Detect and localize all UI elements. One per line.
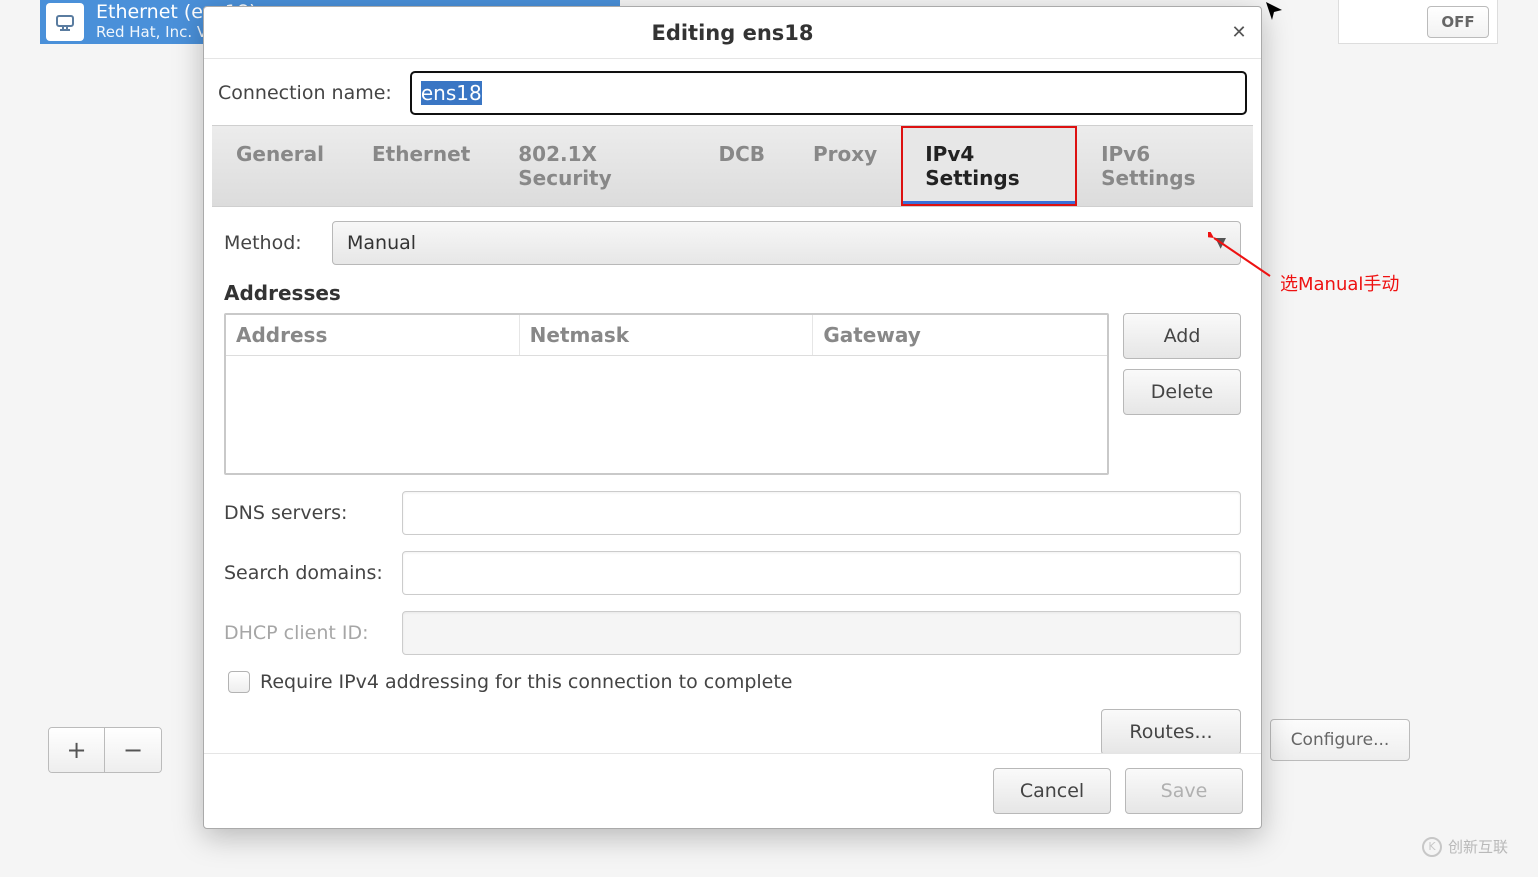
require-ipv4-label: Require IPv4 addressing for this connect… <box>260 671 793 693</box>
watermark-logo-icon: K <box>1422 837 1442 857</box>
configure-button[interactable]: Configure... <box>1270 719 1410 761</box>
tab-ethernet[interactable]: Ethernet <box>348 126 494 206</box>
dialog-footer: Cancel Save <box>204 753 1261 828</box>
require-ipv4-checkbox[interactable] <box>228 671 250 693</box>
annotation-text: 选Manual手动 <box>1280 270 1399 296</box>
addresses-side-buttons: Add Delete <box>1123 313 1241 415</box>
add-network-button[interactable]: + <box>49 728 105 772</box>
method-row: Method: Manual ▼ <box>224 221 1241 265</box>
tab-general[interactable]: General <box>212 126 348 206</box>
settings-tabs: General Ethernet 802.1X Security DCB Pro… <box>212 125 1253 207</box>
edit-connection-dialog: Editing ens18 ✕ Connection name: General… <box>203 6 1262 829</box>
addresses-header: Address Netmask Gateway <box>226 315 1107 356</box>
routes-row: Routes... <box>224 709 1241 753</box>
network-toggle-panel: OFF <box>1338 0 1498 44</box>
add-address-button[interactable]: Add <box>1123 313 1241 359</box>
ipv4-settings-panel: Method: Manual ▼ Addresses Address Netma… <box>204 207 1261 753</box>
search-domains-row: Search domains: <box>224 551 1241 595</box>
remove-network-button[interactable]: − <box>105 728 161 772</box>
method-value: Manual <box>347 232 416 254</box>
dns-label: DNS servers: <box>224 502 384 524</box>
connection-name-label: Connection name: <box>218 82 392 104</box>
dns-input[interactable] <box>402 491 1241 535</box>
routes-button[interactable]: Routes... <box>1101 709 1241 753</box>
close-icon[interactable]: ✕ <box>1217 11 1261 55</box>
tab-ipv4-settings[interactable]: IPv4 Settings <box>901 126 1077 206</box>
network-off-toggle[interactable]: OFF <box>1427 6 1489 38</box>
require-ipv4-row: Require IPv4 addressing for this connect… <box>224 671 1241 693</box>
search-domains-input[interactable] <box>402 551 1241 595</box>
watermark-text: 创新互联 <box>1448 836 1508 857</box>
watermark: K 创新互联 <box>1422 836 1508 857</box>
network-list-add-remove: + − <box>48 727 162 773</box>
cursor-arrow-icon <box>1262 0 1286 26</box>
dhcp-client-id-input <box>402 611 1241 655</box>
connection-name-input[interactable] <box>410 71 1247 115</box>
ethernet-nic-icon <box>46 3 84 41</box>
search-domains-label: Search domains: <box>224 562 384 584</box>
dialog-title: Editing ens18 <box>248 21 1217 45</box>
method-label: Method: <box>224 232 314 254</box>
chevron-down-icon: ▼ <box>1215 235 1226 251</box>
delete-address-button[interactable]: Delete <box>1123 369 1241 415</box>
addresses-title: Addresses <box>224 281 1241 305</box>
save-button[interactable]: Save <box>1125 768 1243 814</box>
dialog-titlebar: Editing ens18 ✕ <box>204 7 1261 59</box>
dhcp-client-id-row: DHCP client ID: <box>224 611 1241 655</box>
addresses-table[interactable]: Address Netmask Gateway <box>224 313 1109 475</box>
col-address: Address <box>226 315 520 355</box>
tab-8021x-security[interactable]: 802.1X Security <box>494 126 694 206</box>
dhcp-client-id-label: DHCP client ID: <box>224 622 384 644</box>
method-select[interactable]: Manual ▼ <box>332 221 1241 265</box>
connection-name-row: Connection name: <box>204 59 1261 125</box>
dns-row: DNS servers: <box>224 491 1241 535</box>
tab-ipv6-settings[interactable]: IPv6 Settings <box>1077 126 1253 206</box>
col-gateway: Gateway <box>813 315 1107 355</box>
cancel-button[interactable]: Cancel <box>993 768 1111 814</box>
col-netmask: Netmask <box>520 315 814 355</box>
tab-proxy[interactable]: Proxy <box>789 126 901 206</box>
tab-dcb[interactable]: DCB <box>694 126 789 206</box>
